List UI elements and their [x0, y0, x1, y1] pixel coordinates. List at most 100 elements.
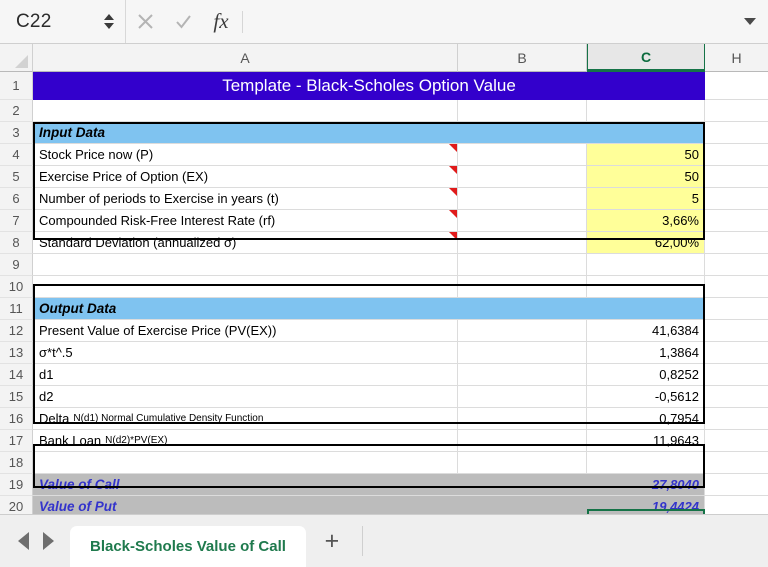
cell-d1[interactable] [705, 72, 768, 100]
cell-a14[interactable]: d1 [33, 364, 458, 386]
cell-a6[interactable]: Number of periods to Exercise in years (… [33, 188, 458, 210]
section-header-11[interactable]: Output Data [33, 298, 705, 320]
cell-b15[interactable] [458, 386, 587, 408]
row-header-9[interactable]: 9 [0, 254, 33, 276]
row-header-1[interactable]: 1 [0, 72, 33, 100]
column-header-c[interactable]: C [587, 44, 705, 72]
cell-d18[interactable] [705, 452, 768, 474]
cell-b14[interactable] [458, 364, 587, 386]
cell-b20[interactable] [458, 496, 587, 514]
row-header-15[interactable]: 15 [0, 386, 33, 408]
cell-a18[interactable] [33, 452, 458, 474]
row-header-13[interactable]: 13 [0, 342, 33, 364]
comment-indicator-icon[interactable] [449, 210, 457, 218]
cell-c4[interactable]: 50 [587, 144, 705, 166]
cell-d15[interactable] [705, 386, 768, 408]
row-header-18[interactable]: 18 [0, 452, 33, 474]
cell-b19[interactable] [458, 474, 587, 496]
sheet-tab-active[interactable]: Black-Scholes Value of Call [70, 525, 306, 567]
stepper-down-icon[interactable] [104, 23, 114, 29]
cell-b5[interactable] [458, 166, 587, 188]
cell-b2[interactable] [458, 100, 587, 122]
cell-c13[interactable]: 1,3864 [587, 342, 705, 364]
arrow-left-icon[interactable] [18, 532, 29, 550]
cell-c16[interactable]: 0,7954 [587, 408, 705, 430]
select-all-button[interactable] [0, 44, 33, 72]
cell-c8[interactable]: 62,00% [587, 232, 705, 254]
cell-d2[interactable] [705, 100, 768, 122]
stepper-up-icon[interactable] [104, 14, 114, 20]
expand-formula-bar-button[interactable] [732, 0, 768, 43]
row-header-16[interactable]: 16 [0, 408, 33, 430]
row-header-5[interactable]: 5 [0, 166, 33, 188]
row-header-2[interactable]: 2 [0, 100, 33, 122]
cell-a20[interactable]: Value of Put [33, 496, 458, 514]
cell-grid[interactable]: 1 Template - Black-Scholes Option Value 2 3… [0, 72, 768, 514]
cell-a16[interactable]: Delta N(d1) Normal Cumulative Density Fun… [33, 408, 458, 430]
page-title[interactable]: Template - Black-Scholes Option Value [33, 72, 705, 100]
cell-a9[interactable] [33, 254, 458, 276]
cell-c14[interactable]: 0,8252 [587, 364, 705, 386]
cell-c10[interactable] [587, 276, 705, 298]
row-header-10[interactable]: 10 [0, 276, 33, 298]
cell-d13[interactable] [705, 342, 768, 364]
cell-a10[interactable] [33, 276, 458, 298]
name-box-stepper[interactable] [93, 0, 126, 43]
cell-b12[interactable] [458, 320, 587, 342]
cell-a8[interactable]: Standard Deviation (annualized σ) [33, 232, 458, 254]
comment-indicator-icon[interactable] [449, 232, 457, 240]
cell-d4[interactable] [705, 144, 768, 166]
cell-d20[interactable] [705, 496, 768, 514]
cell-a7[interactable]: Compounded Risk-Free Interest Rate (rf) [33, 210, 458, 232]
cell-d5[interactable] [705, 166, 768, 188]
row-header-14[interactable]: 14 [0, 364, 33, 386]
cell-b10[interactable] [458, 276, 587, 298]
cell-d17[interactable] [705, 430, 768, 452]
cell-d3[interactable] [705, 122, 768, 144]
cell-b7[interactable] [458, 210, 587, 232]
cell-b4[interactable] [458, 144, 587, 166]
section-header-3[interactable]: Input Data [33, 122, 705, 144]
cell-c18[interactable] [587, 452, 705, 474]
name-box[interactable]: C22 [0, 0, 93, 43]
cell-d19[interactable] [705, 474, 768, 496]
cell-b16[interactable] [458, 408, 587, 430]
cell-d9[interactable] [705, 254, 768, 276]
cell-c19[interactable]: 27,8040 [587, 474, 705, 496]
row-header-3[interactable]: 3 [0, 122, 33, 144]
row-header-17[interactable]: 17 [0, 430, 33, 452]
cell-d11[interactable] [705, 298, 768, 320]
column-header-b[interactable]: B [458, 44, 587, 72]
cell-a13[interactable]: σ*t^.5 [33, 342, 458, 364]
row-header-12[interactable]: 12 [0, 320, 33, 342]
cell-b18[interactable] [458, 452, 587, 474]
cell-c9[interactable] [587, 254, 705, 276]
row-header-11[interactable]: 11 [0, 298, 33, 320]
cell-b8[interactable] [458, 232, 587, 254]
cell-b13[interactable] [458, 342, 587, 364]
cell-c6[interactable]: 5 [587, 188, 705, 210]
column-header-h[interactable]: H [705, 44, 768, 72]
cell-d12[interactable] [705, 320, 768, 342]
cell-a4[interactable]: Stock Price now (P) [33, 144, 458, 166]
cell-c5[interactable]: 50 [587, 166, 705, 188]
cell-b9[interactable] [458, 254, 587, 276]
comment-indicator-icon[interactable] [449, 166, 457, 174]
row-header-20[interactable]: 20 [0, 496, 33, 514]
cell-b17[interactable] [458, 430, 587, 452]
cell-a19[interactable]: Value of Call [33, 474, 458, 496]
column-header-a[interactable]: A [33, 44, 458, 72]
formula-input[interactable] [243, 0, 732, 43]
cell-c17[interactable]: 11,9643 [587, 430, 705, 452]
cell-c15[interactable]: -0,5612 [587, 386, 705, 408]
row-header-4[interactable]: 4 [0, 144, 33, 166]
row-header-6[interactable]: 6 [0, 188, 33, 210]
cell-c2[interactable] [587, 100, 705, 122]
cell-c12[interactable]: 41,6384 [587, 320, 705, 342]
accept-formula-button[interactable] [164, 0, 202, 43]
insert-function-icon[interactable]: fx [202, 0, 240, 43]
cell-d6[interactable] [705, 188, 768, 210]
cell-a12[interactable]: Present Value of Exercise Price (PV(EX)) [33, 320, 458, 342]
cell-d14[interactable] [705, 364, 768, 386]
add-sheet-button[interactable]: + [306, 515, 358, 567]
